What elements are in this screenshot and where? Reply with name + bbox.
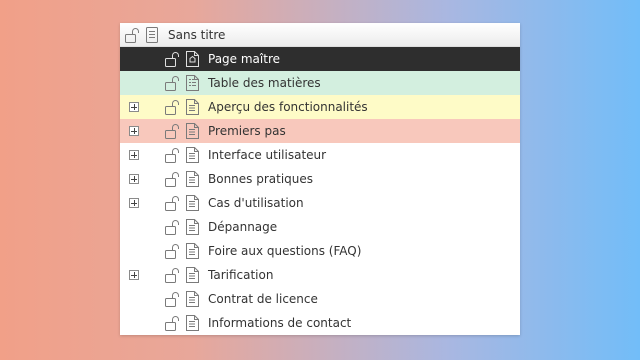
expand-plus-icon[interactable] [129, 198, 139, 208]
tree-item-label: Premiers pas [208, 124, 286, 138]
tree-item-contrat-de-licence[interactable]: Contrat de licence [120, 287, 520, 311]
unlocked-lock-icon[interactable] [164, 315, 180, 331]
document-icon [186, 123, 199, 139]
document-icon [186, 99, 199, 115]
tree-item-label: Tarification [208, 268, 274, 282]
tree-item-label: Page maître [208, 52, 280, 66]
expand-plus-icon[interactable] [129, 126, 139, 136]
tree-item-cas-d-utilisation[interactable]: Cas d'utilisation [120, 191, 520, 215]
tree-item-tarification[interactable]: Tarification [120, 263, 520, 287]
unlocked-lock-icon[interactable] [164, 123, 180, 139]
unlocked-lock-icon[interactable] [164, 171, 180, 187]
tree-item-label: Cas d'utilisation [208, 196, 304, 210]
document-stack-icon [146, 27, 158, 43]
tree-item-foire-aux-questions-faq[interactable]: Foire aux questions (FAQ) [120, 239, 520, 263]
tree-item-label: Contrat de licence [208, 292, 318, 306]
document-icon [186, 267, 199, 283]
unlocked-lock-icon[interactable] [164, 243, 180, 259]
expand-plus-icon[interactable] [129, 270, 139, 280]
tree-item-label: Interface utilisateur [208, 148, 327, 162]
document-icon [186, 147, 199, 163]
document-icon [186, 243, 199, 259]
unlocked-lock-icon[interactable] [164, 219, 180, 235]
page-tree-panel: Sans titre Page maître Table des matières… [120, 23, 520, 335]
tree-item-page-maitre[interactable]: Page maître [120, 47, 520, 71]
tree-item-premiers-pas[interactable]: Premiers pas [120, 119, 520, 143]
unlocked-lock-icon[interactable] [164, 267, 180, 283]
document-icon [186, 171, 199, 187]
expand-plus-icon[interactable] [129, 174, 139, 184]
tree-item-depannage[interactable]: Dépannage [120, 215, 520, 239]
tree-root-row[interactable]: Sans titre [120, 23, 520, 47]
unlocked-lock-icon[interactable] [164, 291, 180, 307]
tree-item-interface-utilisateur[interactable]: Interface utilisateur [120, 143, 520, 167]
document-icon [186, 219, 199, 235]
document-icon [186, 291, 199, 307]
expand-plus-icon[interactable] [129, 102, 139, 112]
page-tree-list: Page maître Table des matières Aperçu des … [120, 47, 520, 335]
tree-item-label: Table des matières [208, 76, 321, 90]
tree-item-label: Aperçu des fonctionnalités [208, 100, 368, 114]
document-icon [186, 195, 199, 211]
tree-item-table-des-matieres[interactable]: Table des matières [120, 71, 520, 95]
document-icon [186, 315, 199, 331]
tree-item-bonnes-pratiques[interactable]: Bonnes pratiques [120, 167, 520, 191]
master-page-icon [186, 51, 199, 67]
tree-item-informations-de-contact[interactable]: Informations de contact [120, 311, 520, 335]
tree-item-label: Informations de contact [208, 316, 352, 330]
unlocked-lock-icon[interactable] [164, 75, 180, 91]
expand-plus-icon[interactable] [129, 150, 139, 160]
tree-root-label: Sans titre [168, 28, 226, 42]
unlocked-lock-icon[interactable] [124, 27, 140, 43]
tree-item-label: Foire aux questions (FAQ) [208, 244, 362, 258]
tree-item-label: Bonnes pratiques [208, 172, 314, 186]
unlocked-lock-icon[interactable] [164, 195, 180, 211]
tree-item-label: Dépannage [208, 220, 278, 234]
toc-document-icon [186, 75, 199, 91]
unlocked-lock-icon[interactable] [164, 147, 180, 163]
tree-item-apercu-des-fonctionnalites[interactable]: Aperçu des fonctionnalités [120, 95, 520, 119]
unlocked-lock-icon[interactable] [164, 99, 180, 115]
unlocked-lock-icon[interactable] [164, 51, 180, 67]
